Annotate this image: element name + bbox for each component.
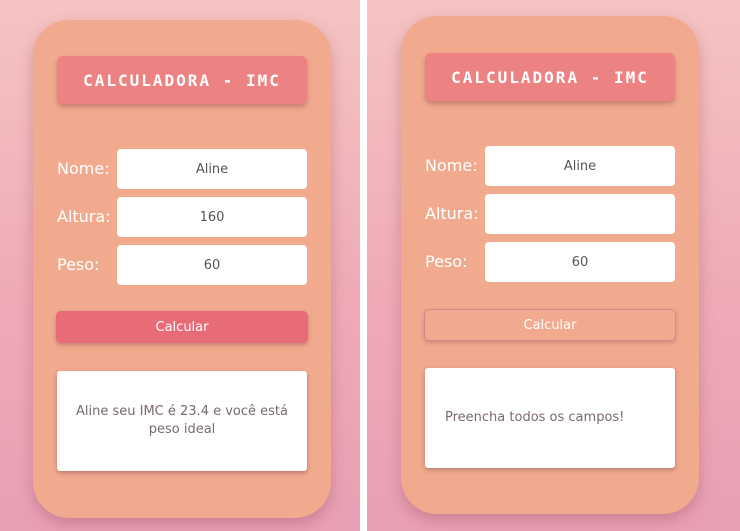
name-input[interactable] (485, 146, 675, 186)
result-text: Aline seu IMC é 23.4 e você está peso id… (76, 404, 288, 437)
height-label: Altura: (425, 204, 479, 223)
app-title: CALCULADORA - IMC (57, 56, 307, 104)
name-input[interactable] (117, 149, 307, 189)
name-label: Nome: (425, 156, 478, 175)
result-box: Preencha todos os campos! (425, 368, 675, 468)
calculate-button[interactable]: Calcular (56, 311, 308, 343)
height-input[interactable] (485, 194, 675, 234)
weight-label: Peso: (425, 252, 468, 271)
height-label: Altura: (57, 207, 111, 226)
bmi-calculator-card: CALCULADORA - IMC Nome: Altura: Peso: Ca… (401, 16, 699, 514)
result-text: Preencha todos os campos! (445, 410, 625, 426)
app-title: CALCULADORA - IMC (425, 53, 675, 101)
weight-input[interactable] (117, 245, 307, 285)
bmi-calculator-card: CALCULADORA - IMC Nome: Altura: Peso: Ca… (33, 20, 331, 518)
right-screenshot-panel: CALCULADORA - IMC Nome: Altura: Peso: Ca… (367, 0, 740, 531)
name-label: Nome: (57, 159, 110, 178)
weight-label: Peso: (57, 255, 100, 274)
height-input[interactable] (117, 197, 307, 237)
weight-input[interactable] (485, 242, 675, 282)
result-box: Aline seu IMC é 23.4 e você está peso id… (57, 371, 307, 471)
calculate-button[interactable]: Calcular (424, 309, 676, 341)
left-screenshot-panel: CALCULADORA - IMC Nome: Altura: Peso: Ca… (0, 0, 360, 531)
